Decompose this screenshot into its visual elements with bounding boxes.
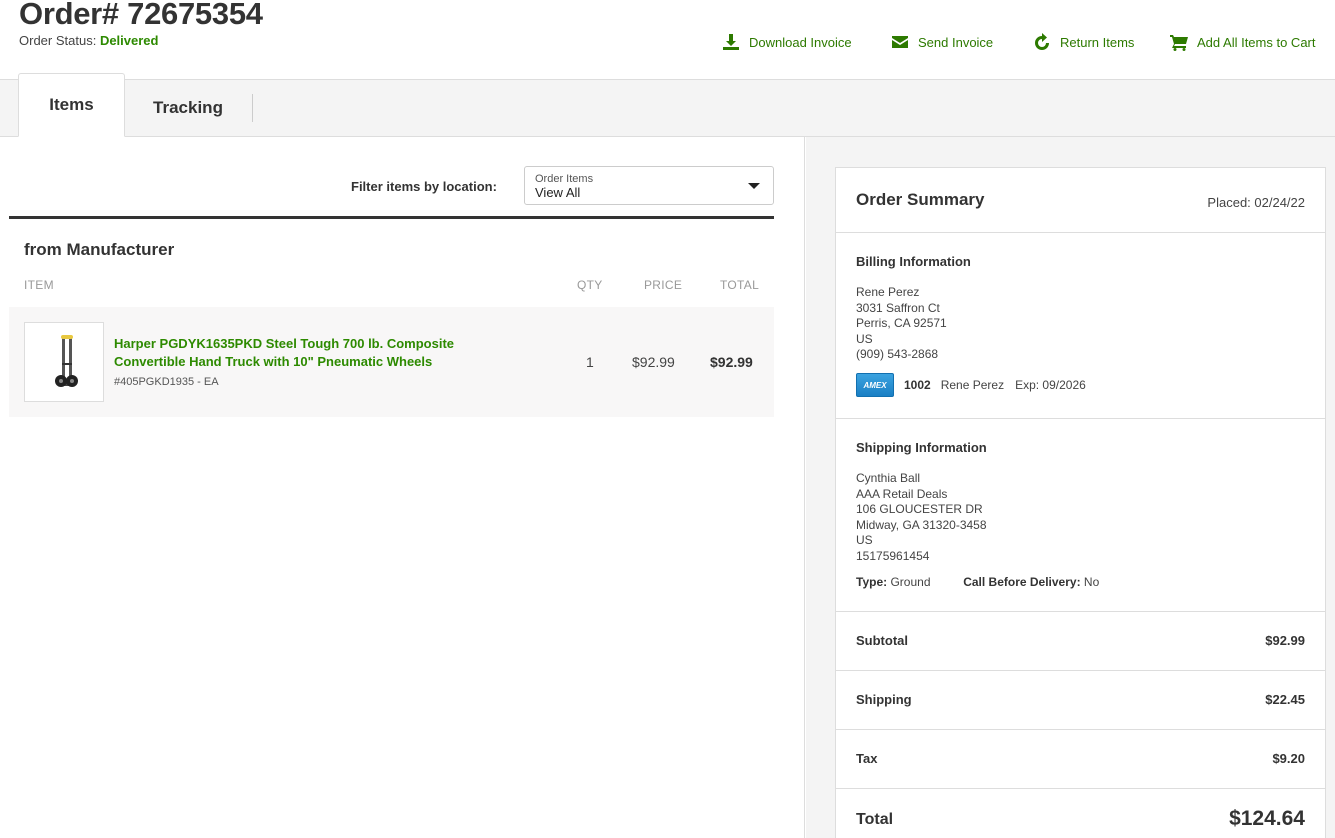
order-header: Order# 72675354 Order Status: Delivered … xyxy=(0,0,1335,80)
chevron-down-icon xyxy=(748,183,760,189)
item-price: $92.99 xyxy=(632,354,675,370)
return-items-label: Return Items xyxy=(1060,34,1135,50)
ship-type-value: Ground xyxy=(890,575,931,589)
grand-total-value: $124.64 xyxy=(1229,807,1305,830)
card-last4: 1002 xyxy=(904,378,931,392)
tab-tracking[interactable]: Tracking xyxy=(126,80,250,136)
shipping-line: AAA Retail Deals xyxy=(856,486,948,501)
subtotal-value: $92.99 xyxy=(1265,633,1305,648)
billing-line: US xyxy=(856,331,873,346)
group-title: from Manufacturer xyxy=(24,240,175,259)
shipping-line: 15175961454 xyxy=(856,548,930,563)
order-actions: Download Invoice Send Invoice Return Ite… xyxy=(0,33,1335,53)
divider xyxy=(836,232,1325,233)
col-header-qty: QTY xyxy=(577,278,603,292)
envelope-icon xyxy=(892,36,908,48)
tax-label: Tax xyxy=(856,751,878,766)
item-qty: 1 xyxy=(586,354,594,370)
billing-line: 3031 Saffron Ct xyxy=(856,300,940,315)
divider xyxy=(836,729,1325,730)
shipping-address: Cynthia Ball AAA Retail Deals 106 GLOUCE… xyxy=(856,471,987,564)
filter-label: Filter items by location: xyxy=(351,179,497,194)
billing-title: Billing Information xyxy=(856,254,971,269)
shipping-title: Shipping Information xyxy=(856,440,987,455)
order-title: Order# 72675354 xyxy=(19,0,263,31)
placed-date: Placed: 02/24/22 xyxy=(1207,195,1305,210)
card-expiry: Exp: 09/2026 xyxy=(1015,378,1086,392)
billing-line: (909) 543-2868 xyxy=(856,347,939,361)
add-all-to-cart-button[interactable]: Add All Items to Cart xyxy=(1170,33,1316,51)
summary-title: Order Summary xyxy=(856,190,985,209)
col-header-item: ITEM xyxy=(24,278,54,292)
divider xyxy=(836,788,1325,789)
return-items-button[interactable]: Return Items xyxy=(1033,33,1134,51)
tab-items[interactable]: Items xyxy=(18,73,125,137)
add-all-to-cart-label: Add All Items to Cart xyxy=(1197,34,1316,50)
card-holder: Rene Perez xyxy=(940,378,1005,392)
shipping-cost-label: Shipping xyxy=(856,692,912,707)
amex-card-icon: AMEX xyxy=(856,373,894,397)
order-summary-card: Order Summary Placed: 02/24/22 Billing I… xyxy=(835,167,1326,838)
item-name-link[interactable]: Harper PGDYK1635PKD Steel Tough 700 lb. … xyxy=(114,335,514,371)
download-invoice-label: Download Invoice xyxy=(749,34,852,50)
download-invoice-button[interactable]: Download Invoice xyxy=(722,33,852,51)
refresh-icon xyxy=(1035,33,1049,50)
send-invoice-button[interactable]: Send Invoice xyxy=(891,33,993,51)
item-sku: #405PGKD1935 - EA xyxy=(114,376,219,388)
divider xyxy=(836,611,1325,612)
cart-icon xyxy=(1170,35,1188,51)
divider xyxy=(836,670,1325,671)
filter-select-value: View All xyxy=(535,185,581,200)
summary-pane: Order Summary Placed: 02/24/22 Billing I… xyxy=(806,137,1335,838)
tab-divider xyxy=(252,94,253,122)
tab-bar: Items Tracking xyxy=(0,73,1335,137)
table-row: Harper PGDYK1635PKD Steel Tough 700 lb. … xyxy=(9,307,774,417)
col-header-total: TOTAL xyxy=(720,278,760,292)
section-divider xyxy=(9,216,774,219)
shipping-line: Cynthia Ball xyxy=(856,471,921,485)
billing-line: Perris, CA 92571 xyxy=(856,316,947,330)
payment-card: AMEX 1002 Rene Perez Exp: 09/2026 xyxy=(856,373,1086,397)
filter-select-label: Order Items xyxy=(535,173,594,185)
tax-value: $9.20 xyxy=(1272,751,1305,766)
grand-total-label: Total xyxy=(856,811,894,828)
shipping-line: 106 GLOUCESTER DR xyxy=(856,502,983,516)
billing-address: Rene Perez 3031 Saffron Ct Perris, CA 92… xyxy=(856,285,947,363)
shipping-line: Midway, GA 31320-3458 xyxy=(856,517,987,532)
location-filter-select[interactable]: Order Items View All xyxy=(524,166,774,205)
col-header-price: PRICE xyxy=(644,278,683,292)
divider xyxy=(836,418,1325,419)
hand-truck-image xyxy=(55,335,78,387)
subtotal-label: Subtotal xyxy=(856,633,908,648)
ship-type-label: Type: xyxy=(856,575,888,589)
send-invoice-label: Send Invoice xyxy=(918,34,994,50)
items-pane: Filter items by location: Order Items Vi… xyxy=(0,137,805,838)
shipping-line: US xyxy=(856,533,873,547)
call-before-value: No xyxy=(1083,575,1100,589)
shipping-cost-value: $22.45 xyxy=(1265,692,1305,707)
shipping-meta: Type: Ground Call Before Delivery: No xyxy=(856,575,1099,589)
item-total: $92.99 xyxy=(710,354,753,370)
call-before-label: Call Before Delivery: xyxy=(963,575,1081,589)
billing-line: Rene Perez xyxy=(856,285,920,299)
product-thumbnail[interactable] xyxy=(24,322,104,402)
download-icon xyxy=(723,34,739,50)
